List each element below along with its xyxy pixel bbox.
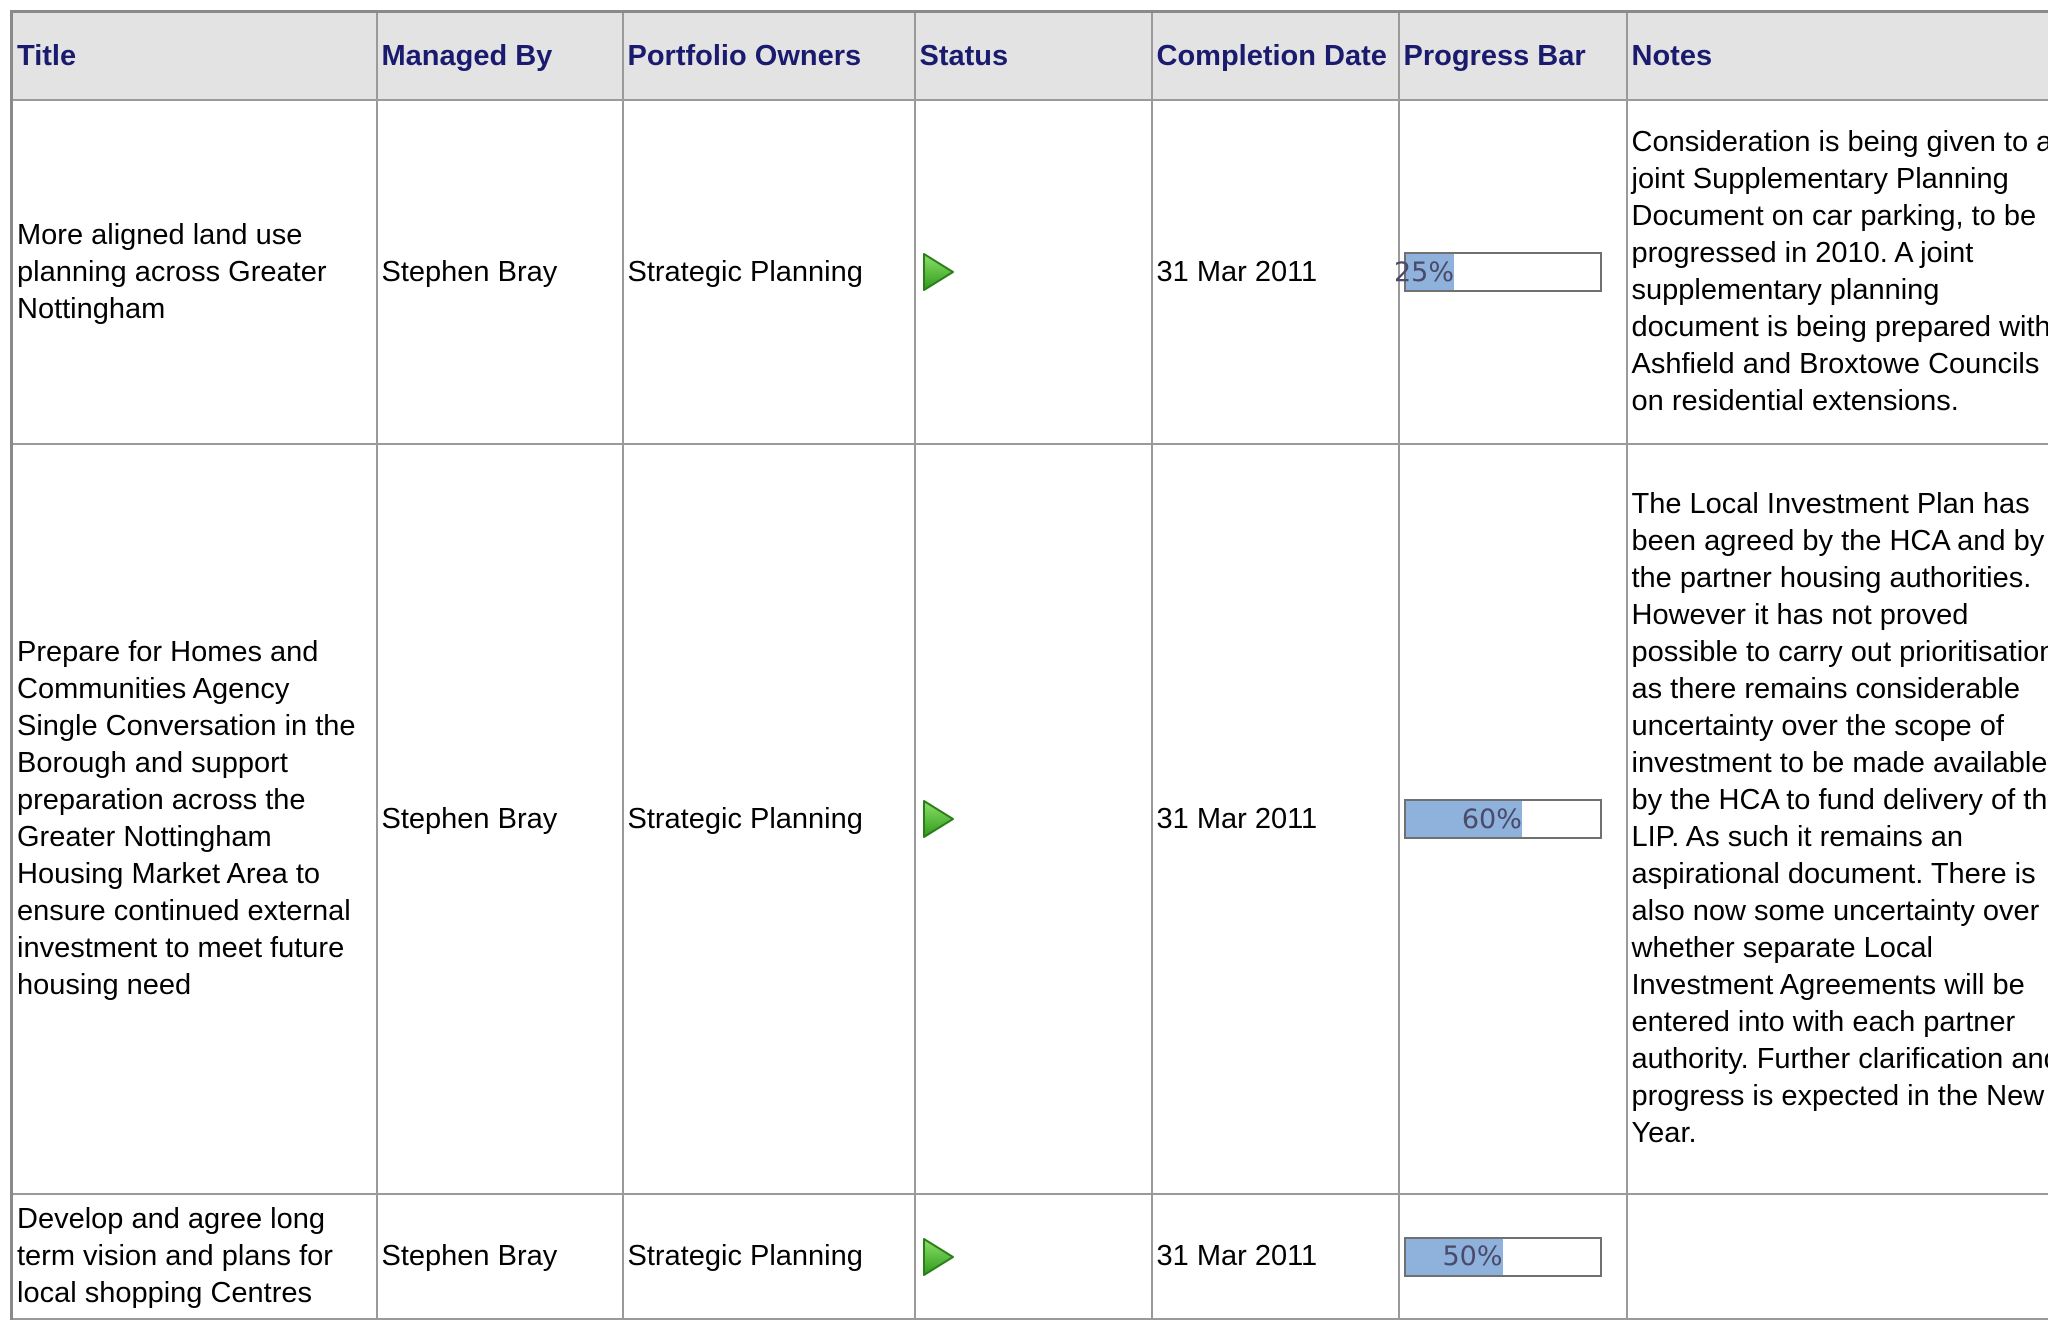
project-status-table: Title Managed By Portfolio Owners Status…: [10, 10, 2048, 1320]
row-status: [915, 444, 1152, 1194]
row-managed-by: Stephen Bray: [377, 1194, 623, 1319]
table-row: Prepare for Homes and Communities Agency…: [12, 444, 2048, 1194]
green-play-icon: [920, 252, 956, 292]
row-completion-date: 31 Mar 2011: [1152, 100, 1399, 444]
progress-label: 60%: [1406, 801, 1524, 837]
progress-bar: 25%: [1404, 252, 1602, 292]
green-play-icon: [920, 799, 956, 839]
row-status: [915, 1194, 1152, 1319]
row-notes: The Local Investment Plan has been agree…: [1627, 444, 2048, 1194]
row-notes: [1627, 1194, 2048, 1319]
table-row: Develop and agree long term vision and p…: [12, 1194, 2048, 1319]
progress-label: 25%: [1406, 254, 1457, 290]
header-status: Status: [915, 12, 1152, 101]
header-managed-by: Managed By: [377, 12, 623, 101]
table-row: More aligned land use planning across Gr…: [12, 100, 2048, 444]
row-progress: 60%: [1399, 444, 1627, 1194]
header-title: Title: [12, 12, 377, 101]
row-title: More aligned land use planning across Gr…: [12, 100, 377, 444]
progress-bar: 60%: [1404, 799, 1602, 839]
row-completion-date: 31 Mar 2011: [1152, 1194, 1399, 1319]
row-status: [915, 100, 1152, 444]
row-progress: 50%: [1399, 1194, 1627, 1319]
row-portfolio-owners: Strategic Planning: [623, 444, 915, 1194]
row-portfolio-owners: Strategic Planning: [623, 1194, 915, 1319]
row-title: Prepare for Homes and Communities Agency…: [12, 444, 377, 1194]
header-notes: Notes: [1627, 12, 2048, 101]
header-completion-date: Completion Date: [1152, 12, 1399, 101]
progress-bar: 50%: [1404, 1237, 1602, 1277]
green-play-icon: [920, 1237, 956, 1277]
row-completion-date: 31 Mar 2011: [1152, 444, 1399, 1194]
row-portfolio-owners: Strategic Planning: [623, 100, 915, 444]
row-title: Develop and agree long term vision and p…: [12, 1194, 377, 1319]
progress-label: 50%: [1406, 1239, 1505, 1275]
header-progress-bar: Progress Bar: [1399, 12, 1627, 101]
row-notes: Consideration is being given to a joint …: [1627, 100, 2048, 444]
row-progress: 25%: [1399, 100, 1627, 444]
header-portfolio-owners: Portfolio Owners: [623, 12, 915, 101]
row-managed-by: Stephen Bray: [377, 444, 623, 1194]
header-row: Title Managed By Portfolio Owners Status…: [12, 12, 2048, 101]
row-managed-by: Stephen Bray: [377, 100, 623, 444]
